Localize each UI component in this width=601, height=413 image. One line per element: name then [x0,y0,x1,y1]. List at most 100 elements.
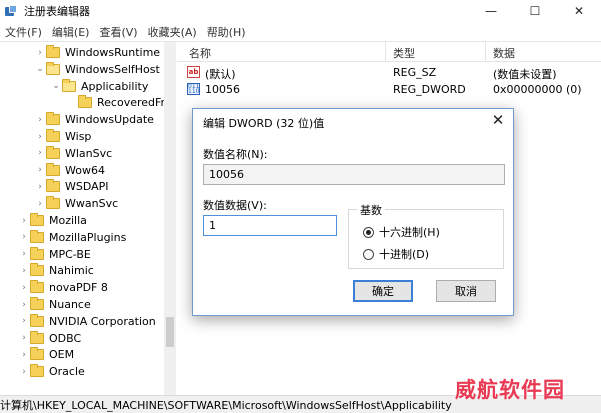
chevron-down-icon[interactable]: ⌄ [34,64,46,74]
folder-icon [30,263,44,277]
tree-item[interactable]: › ODBC [18,330,81,347]
hex-radio[interactable] [363,226,374,238]
value-name-label: 数值名称(N): [203,148,268,161]
menu-help[interactable]: 帮助(H) [202,24,251,40]
value-name-field[interactable]: 10056 [203,164,505,185]
string-value-icon: ab [187,66,200,78]
tree-item[interactable]: › Mozilla [18,212,87,229]
window-title: 注册表编辑器 [24,5,90,18]
hex-radio-option[interactable]: 十六进制(H) [363,224,440,240]
tree-item[interactable]: › WlanSvc [34,145,112,162]
folder-icon [46,145,60,159]
tree-item-label: RecoveredFr [97,96,166,110]
folder-icon [46,61,60,75]
cancel-button[interactable]: 取消 [436,280,496,302]
decimal-radio[interactable] [363,248,374,260]
chevron-right-icon[interactable]: › [18,249,30,259]
folder-icon [46,45,60,58]
tree-item[interactable]: › WSDAPI [34,178,109,195]
chevron-right-icon[interactable]: › [18,283,30,293]
list-row[interactable]: ab (默认) REG_SZ (数值未设置) [177,64,601,81]
chevron-right-icon[interactable]: › [18,333,30,343]
tree-item-label: OEM [49,348,75,362]
column-type-header[interactable]: 类型 [393,45,415,61]
value-type: REG_SZ [393,66,437,79]
chevron-down-icon[interactable]: ⌄ [50,81,62,91]
tree-item-label: WindowsRuntime [65,46,161,59]
menu-edit[interactable]: 编辑(E) [47,24,95,40]
tree-item-label: WwanSvc [65,197,119,211]
edit-dword-dialog: 编辑 DWORD (32 位)值 ✕ 数值名称(N): 10056 数值数据(V… [192,108,514,316]
chevron-right-icon[interactable]: › [34,165,46,175]
tree-item[interactable]: RecoveredFr [66,94,166,111]
folder-icon [46,162,60,176]
tree-item-label: Applicability [81,79,149,93]
list-row[interactable]: 011 110 10056 REG_DWORD 0x00000000 (0) [177,81,601,98]
column-name-header[interactable]: 名称 [189,45,211,61]
folder-icon [46,129,60,142]
chevron-right-icon[interactable]: › [18,367,30,377]
tree-item[interactable]: › WindowsUpdate [34,111,154,128]
chevron-right-icon[interactable]: › [34,182,46,192]
chevron-right-icon[interactable]: › [18,300,30,310]
chevron-right-icon[interactable]: › [18,232,30,242]
tree-scrollbar-thumb[interactable] [166,317,174,347]
folder-icon [46,196,60,210]
value-name: 10056 [205,83,240,96]
maximize-button[interactable]: ☐ [513,0,557,22]
chevron-right-icon[interactable]: › [18,316,30,326]
value-data-input[interactable]: 1 [203,215,337,236]
tree-item[interactable]: › novaPDF 8 [18,279,108,296]
folder-icon [30,313,44,327]
decimal-radio-option[interactable]: 十进制(D) [363,246,429,262]
column-data-header[interactable]: 数据 [493,45,515,61]
chevron-right-icon[interactable]: › [18,350,30,360]
chevron-right-icon[interactable]: › [34,115,46,125]
chevron-right-icon[interactable]: › [34,48,46,58]
tree-item[interactable]: › OEM [18,346,74,363]
tree-item-label: novaPDF 8 [49,281,108,295]
dialog-close-button[interactable]: ✕ [489,111,507,129]
tree-item-label: Mozilla [49,214,87,227]
tree-item[interactable]: › Wow64 [34,162,105,179]
tree-item[interactable]: › Nuance [18,296,91,313]
menu-view[interactable]: 查看(V) [94,24,142,40]
folder-icon [30,330,44,344]
menu-file[interactable]: 文件(F) [0,24,47,40]
value-name: (默认) [205,68,236,81]
folder-icon [30,246,44,260]
tree-item-label: Nuance [49,298,91,311]
tree-item[interactable]: ⌄ Applicability [50,78,148,95]
close-window-button[interactable]: ✕ [557,0,601,22]
chevron-right-icon[interactable]: › [34,132,46,142]
chevron-right-icon[interactable]: › [18,216,30,226]
tree-item-label: WindowsUpdate [65,113,154,127]
tree-item[interactable]: › Wisp [34,128,91,145]
title-bar: 注册表编辑器 — ☐ ✕ [0,0,601,22]
tree-item[interactable]: › MPC-BE [18,246,91,263]
tree-item-label: MPC-BE [49,247,91,261]
minimize-button[interactable]: — [469,0,513,22]
chevron-right-icon[interactable]: › [34,199,46,209]
tree-item[interactable]: › MozillaPlugins [18,229,126,246]
tree-item[interactable]: › NVIDIA Corporation [18,313,156,330]
chevron-right-icon[interactable]: › [34,148,46,158]
menu-bar: 文件(F) 编辑(E) 查看(V) 收藏夹(A) 帮助(H) [0,22,601,42]
tree-item[interactable]: › WindowsRuntime [34,44,160,61]
folder-icon [30,347,44,361]
menu-favorites[interactable]: 收藏夹(A) [143,24,202,40]
tree-item-label: Nahimic [49,264,94,278]
hex-radio-label: 十六进制(H) [379,226,440,239]
registry-tree[interactable]: › WindowsRuntime ⌄ WindowsSelfHost ⌄ Applicab… [0,42,176,395]
chevron-right-icon[interactable]: › [18,266,30,276]
tree-scrollbar[interactable] [164,42,176,395]
tree-item-label: Wow64 [65,163,105,177]
tree-item-label: MozillaPlugins [49,230,127,244]
tree-item[interactable]: › Oracle [18,363,85,380]
tree-item[interactable]: ⌄ WindowsSelfHost [34,61,160,78]
value-data: (数值未设置) [493,68,557,81]
ok-button[interactable]: 确定 [353,280,413,302]
tree-item-label: NVIDIA Corporation [49,314,156,328]
tree-item[interactable]: › Nahimic [18,262,94,279]
tree-item[interactable]: › WwanSvc [34,195,118,212]
